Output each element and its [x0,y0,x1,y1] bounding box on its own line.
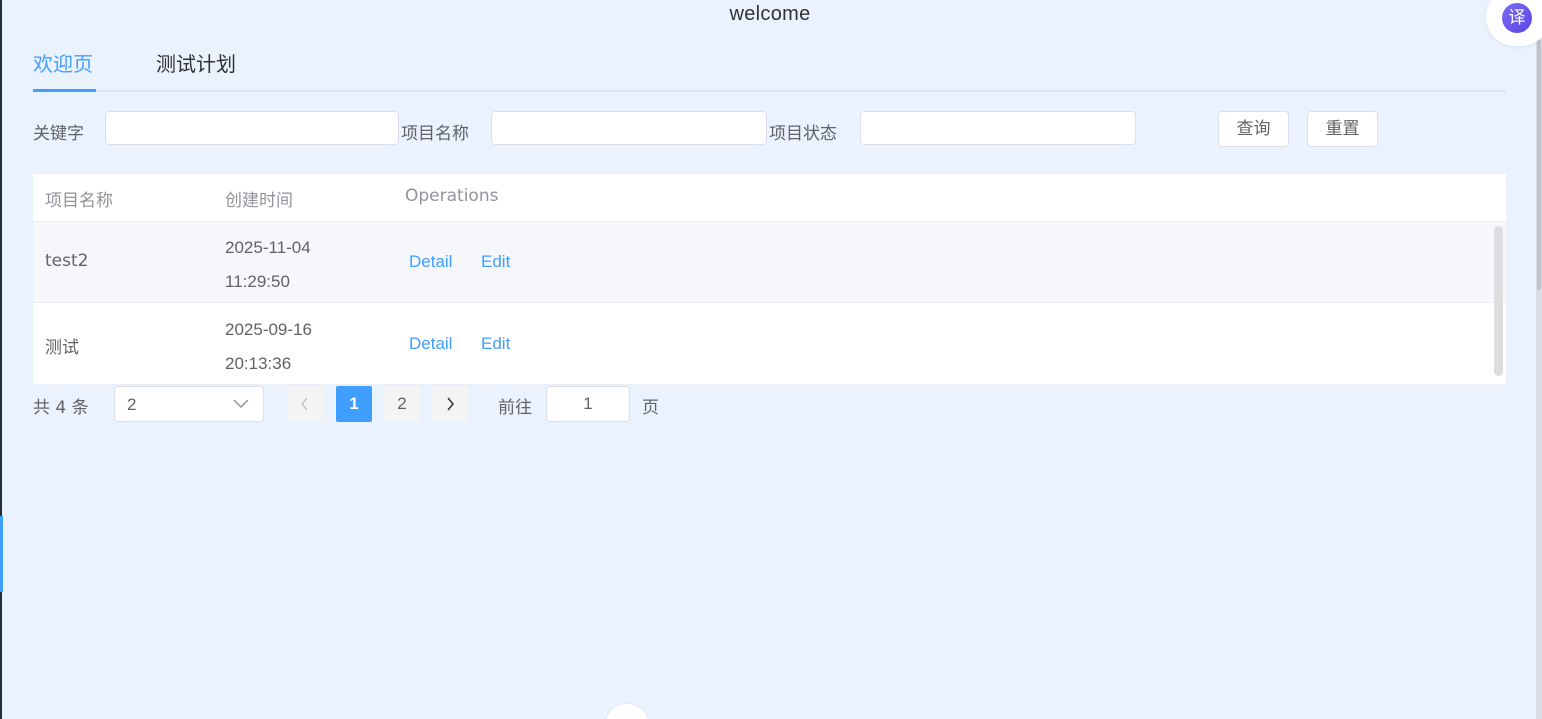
project-status-label: 项目状态 [769,124,837,144]
page-scrollbar[interactable] [1536,0,1542,719]
keyword-input[interactable] [105,111,399,145]
tab-welcome[interactable]: 欢迎页 [33,48,93,77]
column-header-project-name: 项目名称 [45,191,113,211]
edit-button[interactable]: Edit [481,334,510,354]
page-title: welcome [729,3,811,25]
chevron-left-icon [301,397,308,411]
project-name-input[interactable] [491,111,767,145]
created-date: 2025-11-04 [225,238,311,257]
page-number-1[interactable]: 1 [336,386,372,422]
project-status-input[interactable] [860,111,1136,145]
project-table: 项目名称 创建时间 Operations test2 2025-11-04 11… [33,174,1506,385]
column-header-operations: Operations [405,186,499,206]
project-name-label: 项目名称 [401,124,469,144]
keyword-label: 关键字 [33,124,84,144]
goto-suffix: 页 [642,398,659,418]
created-date: 2025-09-16 [225,320,312,339]
translate-icon: 译 [1502,3,1532,33]
chevron-right-icon [447,397,454,411]
left-sidebar-edge [0,0,2,719]
next-page-button[interactable] [432,386,468,422]
page-scrollbar-thumb[interactable] [1537,40,1541,290]
pagination-total: 共 4 条 [33,398,89,418]
chevron-down-icon [233,399,249,409]
tab-active-indicator [33,89,96,92]
project-name-cell: 测试 [45,338,79,358]
detail-button[interactable]: Detail [409,334,452,354]
table-header: 项目名称 创建时间 Operations [33,174,1506,222]
column-header-created-time: 创建时间 [225,191,293,211]
left-sidebar-active-marker [0,516,3,592]
goto-page-input[interactable] [546,386,630,422]
tab-test-plan[interactable]: 测试计划 [156,48,236,77]
floating-toggle-button[interactable] [605,704,649,719]
edit-button[interactable]: Edit [481,252,510,272]
table-row: 测试 2025-09-16 20:13:36 Detail Edit [33,304,1506,385]
table-scrollbar[interactable] [1494,226,1503,376]
prev-page-button[interactable] [287,386,323,422]
tab-bar: 欢迎页 测试计划 [33,40,1506,92]
table-row: test2 2025-11-04 11:29:50 Detail Edit [33,222,1506,303]
page-size-value: 2 [127,395,137,414]
created-clock: 11:29:50 [225,272,290,291]
project-name-cell: test2 [45,251,89,271]
reset-button[interactable]: 重置 [1307,111,1378,147]
page-number-2[interactable]: 2 [384,386,420,422]
created-clock: 20:13:36 [225,354,292,373]
goto-prefix: 前往 [498,398,532,418]
detail-button[interactable]: Detail [409,252,452,272]
created-time-cell: 2025-09-16 20:13:36 [225,313,345,381]
page-size-select[interactable]: 2 [114,386,264,422]
created-time-cell: 2025-11-04 11:29:50 [225,231,345,299]
query-button[interactable]: 查询 [1218,111,1289,147]
page: welcome 译 欢迎页 测试计划 关键字 项目名称 项目状态 查询 重置 项… [0,0,1542,719]
